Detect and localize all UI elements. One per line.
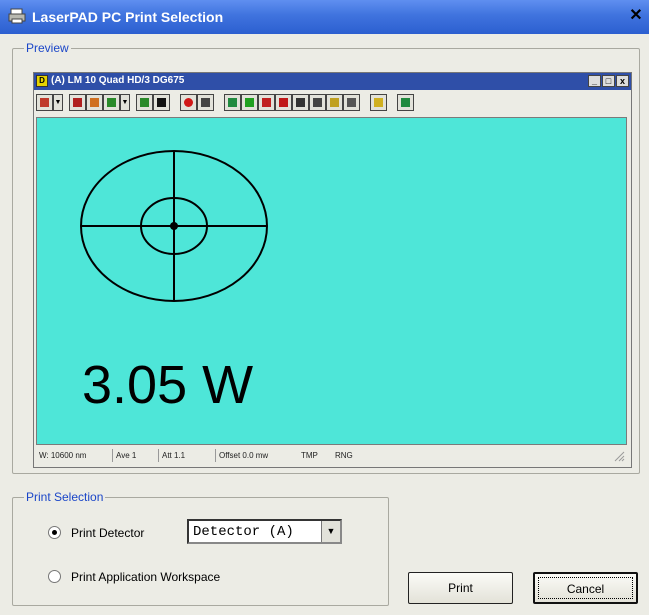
preview-toolbar: ▼ ▼ <box>36 94 626 112</box>
measurement-display: 3.05 W <box>36 117 627 445</box>
chevron-down-icon[interactable]: ▼ <box>321 521 340 542</box>
log-icon[interactable] <box>197 94 214 111</box>
print-button-label: Print <box>448 581 473 595</box>
stop-icon[interactable] <box>153 94 170 111</box>
window-icon[interactable] <box>397 94 414 111</box>
detector-preview-window: D (A) LM 10 Quad HD/3 DG675 _ □ x ▼ ▼ 3.… <box>33 72 632 468</box>
zero-icon[interactable] <box>69 94 86 111</box>
minimize-icon[interactable]: _ <box>588 75 601 87</box>
print-workspace-radio[interactable] <box>48 570 61 583</box>
statistics-icon[interactable] <box>292 94 309 111</box>
range-icon[interactable] <box>86 94 103 111</box>
status-rng: RNG <box>335 451 353 460</box>
close-icon[interactable]: ✕ <box>627 7 645 25</box>
bargraph-icon[interactable] <box>241 94 258 111</box>
status-tmp: TMP <box>301 451 318 460</box>
title-bar: LaserPAD PC Print Selection ✕ <box>0 0 649 34</box>
play-icon[interactable] <box>136 94 153 111</box>
preview-statusbar: W: 10600 nm Ave 1 Att 1.1 Offset 0.0 mw … <box>36 447 627 464</box>
preview-window-title: (A) LM 10 Quad HD/3 DG675 <box>51 75 185 86</box>
window-title: LaserPAD PC Print Selection <box>32 9 224 25</box>
crosshair-target-icon <box>80 150 268 302</box>
print-selection-group-label: Print Selection <box>24 490 106 504</box>
chevron-down-icon[interactable]: ▼ <box>53 94 63 111</box>
beam-position-icon[interactable] <box>309 94 326 111</box>
preview-window-controls: _ □ x <box>588 75 629 87</box>
status-attenuation: Att 1.1 <box>158 449 214 462</box>
needle-icon[interactable] <box>258 94 275 111</box>
detector-app-icon: D <box>36 75 48 87</box>
wavelength-icon[interactable] <box>103 94 120 111</box>
detector-select-value: Detector (A) <box>193 524 294 540</box>
status-wavelength: W: 10600 nm <box>39 451 87 460</box>
graph-icon[interactable] <box>275 94 292 111</box>
power-mode-icon[interactable] <box>36 94 53 111</box>
maximize-icon[interactable]: □ <box>602 75 615 87</box>
settings-icon[interactable] <box>326 94 343 111</box>
status-average: Ave 1 <box>112 449 158 462</box>
cancel-button-label: Cancel <box>566 582 605 596</box>
print-selection-group <box>12 497 389 606</box>
printer-icon <box>8 8 26 24</box>
print-detector-radio[interactable] <box>48 526 61 539</box>
color-icon[interactable] <box>370 94 387 111</box>
record-icon[interactable] <box>180 94 197 111</box>
resize-grip-icon[interactable] <box>613 450 625 462</box>
print-workspace-label[interactable]: Print Application Workspace <box>71 570 220 584</box>
status-offset: Offset 0.0 mw <box>215 449 299 462</box>
magnify-icon[interactable] <box>343 94 360 111</box>
chevron-down-icon[interactable]: ▼ <box>120 94 130 111</box>
detector-select[interactable]: Detector (A) ▼ <box>187 519 342 544</box>
print-button[interactable]: Print <box>408 572 513 604</box>
print-detector-label[interactable]: Print Detector <box>71 526 144 540</box>
cancel-button[interactable]: Cancel <box>533 572 638 604</box>
preview-window-titlebar: D (A) LM 10 Quad HD/3 DG675 _ □ x <box>34 73 631 90</box>
power-reading: 3.05 W <box>82 355 254 415</box>
digital-display-icon[interactable] <box>224 94 241 111</box>
close-icon[interactable]: x <box>616 75 629 87</box>
preview-group-label: Preview <box>24 41 71 55</box>
